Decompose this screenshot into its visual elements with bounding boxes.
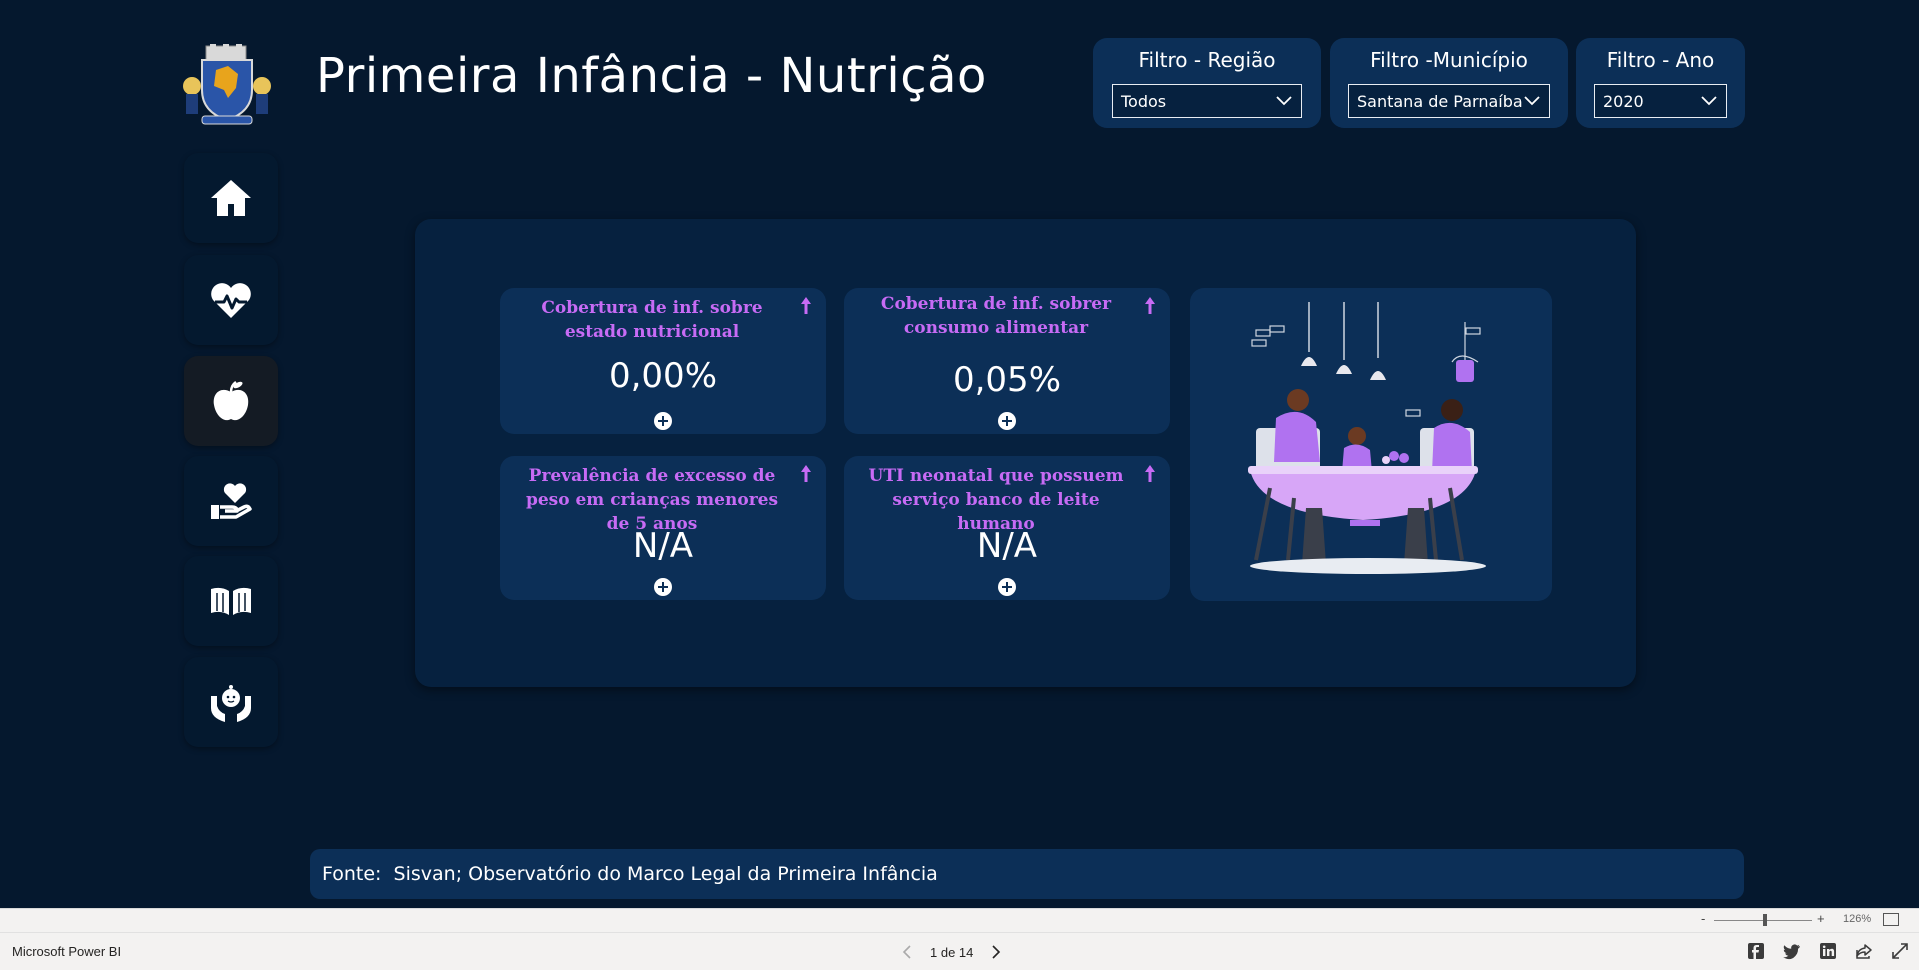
kpi-title: Cobertura de inf. sobrer consumo aliment… [880, 294, 1112, 338]
home-icon [211, 180, 251, 216]
kpi-card-banco-leite: UTI neonatal que possuem serviço banco d… [844, 456, 1170, 600]
kpi-value: 0,05% [952, 360, 1061, 400]
chevron-right-icon[interactable] [989, 944, 1003, 960]
filter-municipio: Filtro -Município Santana de Parnaíba [1330, 38, 1568, 128]
nav-home-button[interactable] [184, 153, 278, 243]
arrow-up-icon [801, 465, 811, 482]
arrow-up-icon [1145, 297, 1155, 314]
share-icon[interactable] [1855, 942, 1873, 960]
source-note: Fonte: Sisvan; Observatório do Marco Leg… [310, 849, 1744, 899]
kpi-card-excesso-peso: Prevalência de excesso de peso em crianç… [500, 456, 826, 600]
ano-selected-value: 2020 [1603, 91, 1644, 111]
zoom-slider-thumb[interactable] [1762, 914, 1767, 926]
ano-dropdown[interactable]: 2020 [1594, 84, 1727, 118]
expand-plus-icon[interactable] [998, 412, 1016, 430]
expand-plus-icon[interactable] [998, 578, 1016, 596]
arrow-up-icon [801, 297, 811, 314]
regiao-dropdown[interactable]: Todos [1112, 84, 1302, 118]
municipio-dropdown[interactable]: Santana de Parnaíba [1348, 84, 1550, 118]
filter-municipio-label: Filtro -Município [1370, 48, 1528, 72]
filter-regiao-label: Filtro - Região [1138, 48, 1276, 72]
zoom-bar: - + 126% [0, 908, 1919, 932]
expand-plus-icon[interactable] [654, 412, 672, 430]
kpi-value: N/A [632, 526, 694, 566]
kpi-card-estado-nutricional: Cobertura de inf. sobre estado nutricion… [500, 288, 826, 434]
filter-ano: Filtro - Ano 2020 [1576, 38, 1745, 128]
kpi-value: N/A [976, 526, 1038, 566]
zoom-out-button[interactable]: - [1701, 911, 1705, 926]
page-navigator: 1 de 14 [900, 939, 1003, 965]
family-meal-illustration [1190, 288, 1552, 601]
power-bi-brand[interactable]: Microsoft Power BI [12, 944, 121, 959]
coat-of-arms-logo [180, 44, 274, 128]
facebook-icon[interactable] [1747, 942, 1765, 960]
kpi-card-consumo-alimentar: Cobertura de inf. sobrer consumo aliment… [844, 288, 1170, 434]
hand-heart-icon [211, 483, 252, 519]
twitter-icon[interactable] [1783, 942, 1801, 960]
municipio-selected-value: Santana de Parnaíba [1357, 91, 1523, 111]
regiao-selected-value: Todos [1121, 91, 1167, 111]
fullscreen-icon[interactable] [1891, 942, 1909, 960]
heart-pulse-icon [211, 283, 251, 318]
chevron-left-icon[interactable] [900, 944, 914, 960]
nav-care-button[interactable] [184, 456, 278, 546]
nav-nutrition-button[interactable] [184, 356, 278, 446]
kpi-value: 0,00% [608, 356, 717, 396]
chevron-down-icon [1276, 96, 1292, 106]
share-icons [1747, 942, 1909, 960]
nav-health-button[interactable] [184, 255, 278, 345]
linkedin-icon[interactable] [1819, 942, 1837, 960]
child-care-icon [211, 685, 251, 722]
zoom-in-button[interactable]: + [1817, 911, 1825, 926]
nav-education-button[interactable] [184, 556, 278, 646]
page-title: Primeira Infância - Nutrição [316, 48, 987, 104]
nav-childcare-button[interactable] [184, 657, 278, 747]
main-panel: Cobertura de inf. sobre estado nutricion… [415, 219, 1636, 687]
zoom-level: 126% [1843, 913, 1872, 925]
kpi-title: Cobertura de inf. sobre estado nutricion… [541, 298, 763, 342]
arrow-up-icon [1145, 465, 1155, 482]
filter-ano-label: Filtro - Ano [1606, 48, 1715, 72]
chevron-down-icon [1701, 96, 1717, 106]
filter-regiao: Filtro - Região Todos [1093, 38, 1321, 128]
fit-to-page-icon[interactable] [1883, 913, 1899, 926]
chevron-down-icon [1524, 96, 1540, 106]
page-indicator: 1 de 14 [930, 944, 974, 960]
expand-plus-icon[interactable] [654, 578, 672, 596]
apple-icon [213, 380, 249, 421]
book-icon [211, 587, 251, 615]
status-bar: Microsoft Power BI 1 de 14 [0, 932, 1919, 970]
